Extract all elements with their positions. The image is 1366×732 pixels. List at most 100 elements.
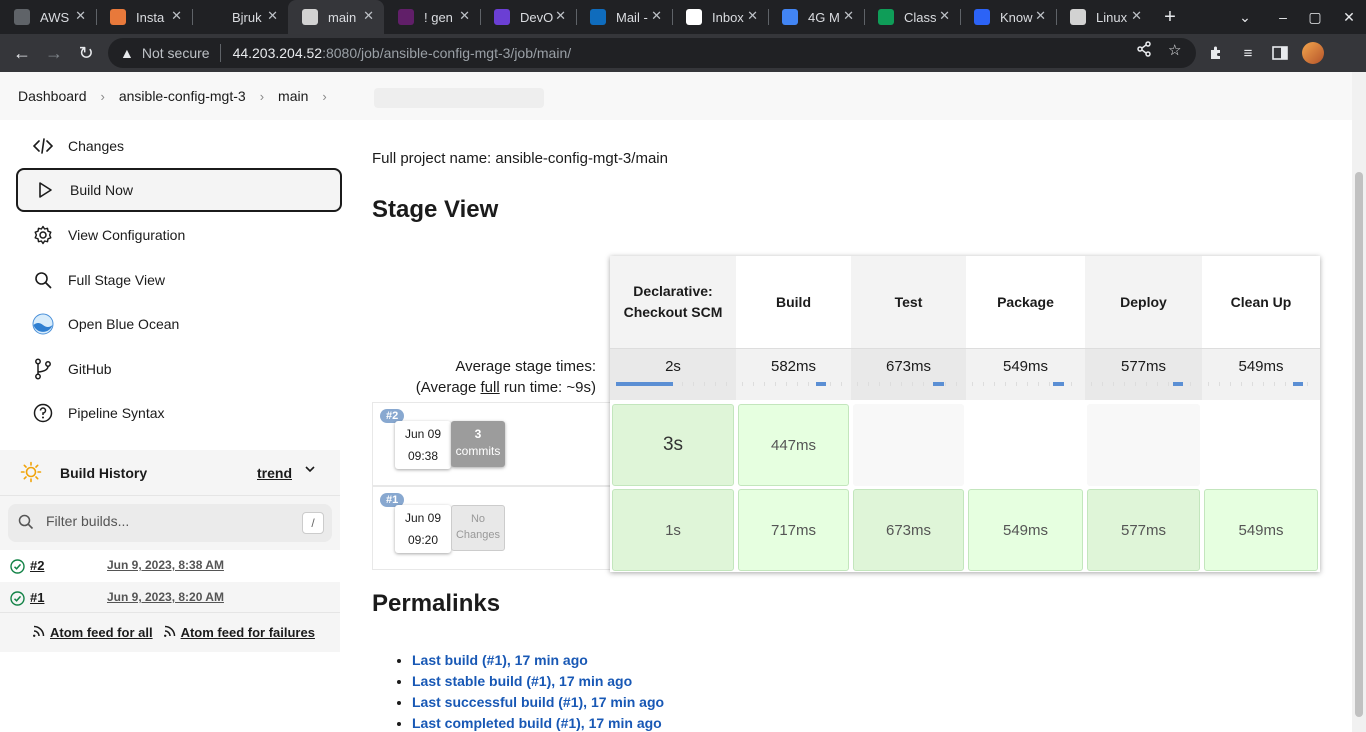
bookmark-star-icon[interactable]: ☆: [1168, 41, 1181, 59]
close-window-button[interactable]: ✕: [1332, 0, 1366, 34]
sidebar-item-full-stage-view[interactable]: Full Stage View: [16, 258, 342, 302]
full-project-name: Full project name: ansible-config-mgt-3/…: [372, 150, 668, 167]
stage-average-value: 577ms: [1120, 358, 1167, 375]
breadcrumb-dashboard[interactable]: Dashboard: [18, 88, 87, 104]
sidebar-item-github[interactable]: GitHub: [16, 347, 342, 391]
stage-progress-fill: [1292, 382, 1304, 386]
breadcrumb-project[interactable]: ansible-config-mgt-3: [119, 88, 246, 104]
breadcrumb-branch[interactable]: main: [278, 88, 308, 104]
close-tab-icon[interactable]: ✕: [459, 8, 470, 24]
close-tab-icon[interactable]: ✕: [843, 8, 854, 24]
build-date-link[interactable]: Jun 9, 2023, 8:38 AM: [107, 558, 224, 572]
tab-search-icon[interactable]: ⌄: [1228, 0, 1262, 34]
browser-tab[interactable]: 4G M ✕: [768, 0, 864, 34]
stage-result-cell[interactable]: 447ms: [738, 404, 849, 486]
sidebar-item-label: Build Now: [70, 182, 134, 198]
sidebar-item-label: GitHub: [68, 361, 112, 377]
browser-tab[interactable]: DevO ✕: [480, 0, 576, 34]
branch-icon: [32, 358, 54, 380]
close-tab-icon[interactable]: ✕: [267, 8, 278, 24]
reload-button[interactable]: ↻: [73, 40, 99, 66]
permalink-last-completed-build[interactable]: Last completed build (#1), 17 min ago: [412, 713, 664, 732]
chevron-down-icon[interactable]: [304, 463, 316, 478]
close-tab-icon[interactable]: ✕: [555, 8, 566, 24]
close-tab-icon[interactable]: ✕: [651, 8, 662, 24]
atom-feed-all-link[interactable]: Atom feed for all: [50, 625, 153, 640]
browser-tab[interactable]: Bjruk ✕: [192, 0, 288, 34]
sidebar-item-build-now[interactable]: Build Now: [16, 168, 342, 212]
close-tab-icon[interactable]: ✕: [171, 8, 182, 24]
permalink-last-successful-build[interactable]: Last successful build (#1), 17 min ago: [412, 692, 664, 713]
media-icon[interactable]: ≡: [1238, 43, 1258, 63]
profile-avatar[interactable]: [1302, 42, 1324, 64]
stage-progress-bar: [972, 382, 1079, 386]
new-tab-button[interactable]: +: [1152, 0, 1188, 34]
browser-tab[interactable]: Mail - ✕: [576, 0, 672, 34]
permalinks-title: Permalinks: [372, 590, 501, 617]
browser-tab[interactable]: AWS ✕: [0, 0, 96, 34]
forward-button[interactable]: →: [41, 40, 67, 66]
trend-link[interactable]: trend: [257, 465, 292, 481]
sidebar-item-open-blue-ocean[interactable]: Open Blue Ocean: [16, 302, 342, 346]
tab-title: ! gen: [424, 9, 453, 25]
stage-result-cell[interactable]: 549ms: [968, 489, 1083, 571]
close-tab-icon[interactable]: ✕: [363, 8, 374, 24]
stage-result-cell[interactable]: 577ms: [1087, 489, 1200, 571]
build-number-link[interactable]: #2: [30, 558, 44, 573]
warning-icon: ▲: [120, 45, 134, 61]
close-tab-icon[interactable]: ✕: [75, 8, 86, 24]
build-row[interactable]: #2 Jun 9, 2023, 8:38 AM: [0, 550, 340, 582]
close-tab-icon[interactable]: ✕: [939, 8, 950, 24]
stage-result-cell[interactable]: 3s: [612, 404, 734, 486]
stage-result-cell[interactable]: 549ms: [1204, 489, 1318, 571]
stage-average-time: 673ms: [851, 348, 966, 400]
full-run-link[interactable]: full: [481, 379, 500, 396]
atom-feed-failures-link[interactable]: Atom feed for failures: [181, 625, 315, 640]
url-field[interactable]: ▲ Not secure 44.203.204.52:8080/job/ansi…: [108, 38, 1196, 68]
address-bar: ← → ↻ ▲ Not secure 44.203.204.52:8080/jo…: [0, 34, 1366, 72]
close-tab-icon[interactable]: ✕: [747, 8, 758, 24]
stage-result-cell[interactable]: 1s: [612, 489, 734, 571]
run-row-2: #2 Jun 09 09:38 3 commits: [372, 402, 610, 486]
stage-result-cell[interactable]: 673ms: [853, 489, 964, 571]
sidebar-item-changes[interactable]: Changes: [16, 124, 342, 168]
side-panel-icon[interactable]: [1270, 43, 1290, 63]
average-stage-times-text: Average stage times:: [455, 358, 596, 375]
close-tab-icon[interactable]: ✕: [1131, 8, 1142, 24]
url-host: 44.203.204.52: [232, 45, 323, 61]
browser-tab[interactable]: Know ✕: [960, 0, 1056, 34]
scrollbar-thumb[interactable]: [1355, 172, 1363, 717]
build-number-link[interactable]: #1: [30, 590, 44, 605]
jenkins-icon: [302, 9, 318, 25]
permalink-last-stable-build[interactable]: Last stable build (#1), 17 min ago: [412, 671, 664, 692]
browser-tab[interactable]: ! gen ✕: [384, 0, 480, 34]
share-icon[interactable]: [1136, 41, 1152, 61]
weather-sun-icon: [20, 461, 42, 486]
stage-header: Declarative: Checkout SCM: [610, 256, 736, 348]
browser-tab[interactable]: Linux ✕: [1056, 0, 1152, 34]
stage-result-cell[interactable]: 717ms: [738, 489, 849, 571]
build-date-link[interactable]: Jun 9, 2023, 8:20 AM: [107, 590, 224, 604]
browser-tab[interactable]: Insta ✕: [96, 0, 192, 34]
page-scrollbar[interactable]: [1352, 72, 1366, 732]
extensions-icon[interactable]: [1206, 43, 1226, 63]
stage-header: Package: [966, 256, 1085, 348]
browser-tab[interactable]: Inbox ✕: [672, 0, 768, 34]
permalink-last-build[interactable]: Last build (#1), 17 min ago: [412, 650, 664, 671]
stage-empty-cell: [968, 404, 1083, 486]
close-tab-icon[interactable]: ✕: [1035, 8, 1046, 24]
back-button[interactable]: ←: [9, 40, 35, 66]
build-row[interactable]: #1 Jun 9, 2023, 8:20 AM: [0, 582, 340, 614]
filter-builds-input[interactable]: [46, 513, 286, 529]
sidebar-item-label: Open Blue Ocean: [68, 316, 180, 332]
maximize-button[interactable]: ▢: [1298, 0, 1332, 34]
stage-duration: 673ms: [885, 521, 932, 539]
browser-tab[interactable]: Class ✕: [864, 0, 960, 34]
sidebar-item-view-configuration[interactable]: View Configuration: [16, 213, 342, 257]
sidebar-item-pipeline-syntax[interactable]: Pipeline Syntax: [16, 391, 342, 435]
browser-tab[interactable]: main ✕: [288, 0, 384, 34]
minimize-button[interactable]: –: [1266, 0, 1300, 34]
stage-average-value: 2s: [665, 358, 681, 375]
run-datetime: Jun 09 09:20: [395, 505, 451, 553]
run-commits[interactable]: 3 commits: [451, 421, 505, 467]
